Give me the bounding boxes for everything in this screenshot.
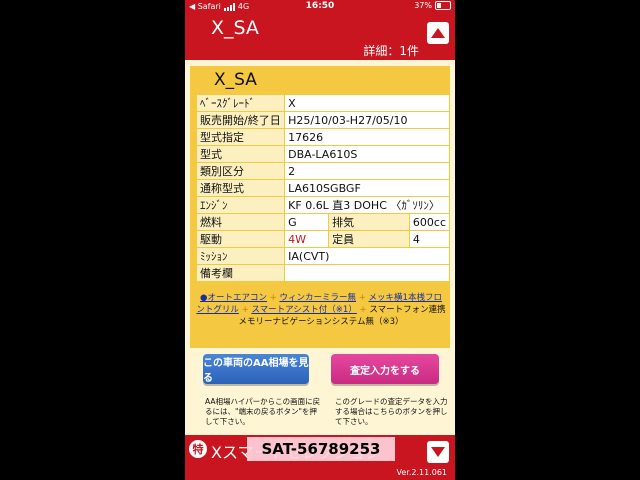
row-value: X <box>284 94 450 112</box>
row-label: 型式指定 <box>195 128 286 146</box>
mission-label: ﾐｯｼｮﾝ <box>195 247 286 265</box>
row-label: 販売開始/終了日 <box>195 111 286 129</box>
version-label: Ver.2.11.061 <box>396 468 448 477</box>
option-auto-aircon[interactable]: ●オートエアコン <box>200 293 267 303</box>
table-row: 燃料 G 排気 600cc <box>195 213 451 231</box>
remarks-value <box>284 264 450 282</box>
table-row: 備考欄 <box>195 264 450 282</box>
status-right: 37% <box>414 1 451 10</box>
table-row: 型式 DBA-LA610S <box>195 145 450 163</box>
table-row: 類別区分 2 <box>195 162 450 180</box>
id-overlay: SAT-56789253 <box>247 437 395 461</box>
table-row: 通称型式 LA610SGBGF <box>195 179 450 197</box>
plus-separator: + <box>358 293 366 303</box>
plus-separator: + <box>359 305 367 315</box>
row-value: KF 0.6L 直3 DOHC 〈ｶﾞｿﾘﾝ〉 <box>284 196 450 214</box>
table-row: 駆動 4W 定員 4 <box>195 230 451 248</box>
phone-screen: ◀ Safari 4G 16:50 37% X_SA 詳細：1件 X_SA ﾍﾞ… <box>185 0 455 480</box>
table-row: ｴﾝｼﾞﾝ KF 0.6L 直3 DOHC 〈ｶﾞｿﾘﾝ〉 <box>195 196 450 214</box>
scroll-down-button[interactable] <box>427 441 449 463</box>
row-value: H25/10/03-H27/05/10 <box>284 111 450 129</box>
row-value: 17626 <box>284 128 450 146</box>
appraisal-note: このグレードの査定データを入力する場合はこちらのボタンを押して下さい。 <box>335 397 448 426</box>
capacity-value: 4 <box>408 230 451 248</box>
table-row: 型式指定 17626 <box>195 128 450 146</box>
mission-value: IA(CVT) <box>284 247 450 265</box>
option-winker-mirror[interactable]: ウィンカーミラー無 <box>279 293 356 303</box>
row-value: LA610SGBGF <box>284 179 450 197</box>
table-row: ﾐｯｼｮﾝ IA(CVT) <box>195 247 450 265</box>
option-list: ●オートエアコン + ウィンカーミラー無 + メッキ横1本桟フロントグリル + … <box>196 292 446 328</box>
arrow-up-icon <box>431 28 445 38</box>
row-label: ﾍﾞｰｽｸﾞﾚｰﾄﾞ <box>195 94 286 112</box>
page-title: X_SA <box>211 17 259 39</box>
spec-table: ﾍﾞｰｽｸﾞﾚｰﾄﾞ X 販売開始/終了日 H25/10/03-H27/05/1… <box>195 94 451 282</box>
plus-separator: + <box>269 293 277 303</box>
appraisal-input-button[interactable]: 査定入力をする <box>331 354 439 384</box>
row-label: 類別区分 <box>195 162 286 180</box>
fuel-value: G <box>284 213 330 231</box>
special-badge: 特 <box>189 440 207 458</box>
plus-separator: + <box>241 305 249 315</box>
remarks-label: 備考欄 <box>195 264 286 282</box>
table-row: ﾍﾞｰｽｸﾞﾚｰﾄﾞ X <box>195 94 450 112</box>
header: X_SA 詳細：1件 <box>185 14 455 60</box>
table-row: 販売開始/終了日 H25/10/03-H27/05/10 <box>195 111 450 129</box>
status-bar: ◀ Safari 4G 16:50 37% <box>185 0 455 14</box>
drive-label: 駆動 <box>195 230 286 248</box>
aa-market-note: AA相場ハイパーからこの画面に戻るには、"端末の戻るボタン"を押して下さい。 <box>205 397 321 426</box>
battery-icon <box>435 1 451 10</box>
aa-market-button[interactable]: この車両のAA相場を見る <box>203 354 309 384</box>
displacement-label: 排気 <box>328 213 410 231</box>
capacity-label: 定員 <box>328 230 410 248</box>
main-content: X_SA ﾍﾞｰｽｸﾞﾚｰﾄﾞ X 販売開始/終了日 H25/10/03-H27… <box>185 60 455 435</box>
grade-title: X_SA <box>214 70 257 90</box>
fuel-label: 燃料 <box>195 213 286 231</box>
row-label: ｴﾝｼﾞﾝ <box>195 196 286 214</box>
scroll-up-button[interactable] <box>427 22 449 44</box>
row-value: 2 <box>284 162 450 180</box>
row-label: 型式 <box>195 145 286 163</box>
footer-bar: 特 Xスマートセレクション SAT-56789253 Ver.2.11.061 <box>185 435 455 480</box>
row-label: 通称型式 <box>195 179 286 197</box>
arrow-down-icon <box>431 447 445 457</box>
detail-count: 詳細：1件 <box>363 44 419 58</box>
option-smart-assist[interactable]: スマートアシスト付（※1） <box>251 305 356 315</box>
row-value: DBA-LA610S <box>284 145 450 163</box>
displacement-value: 600cc <box>408 213 451 231</box>
grade-card: X_SA ﾍﾞｰｽｸﾞﾚｰﾄﾞ X 販売開始/終了日 H25/10/03-H27… <box>190 66 451 348</box>
battery-percent: 37% <box>414 1 432 10</box>
drive-value: 4W <box>284 230 330 248</box>
